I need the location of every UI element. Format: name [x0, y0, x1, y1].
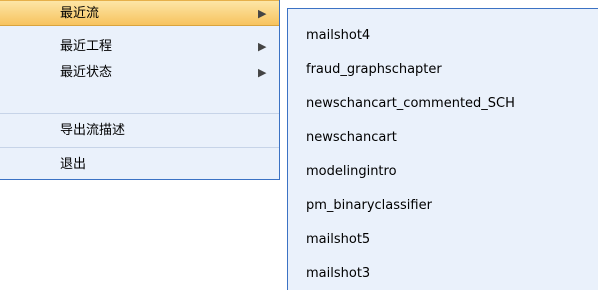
submenu-item-modelingintro[interactable]: modelingintro [288, 155, 598, 189]
submenu-item-mailshot3[interactable]: mailshot3 [288, 257, 598, 291]
menu-item-recent-streams[interactable]: 最近流 ▶ [0, 0, 279, 26]
submenu-item-pm-binaryclassifier[interactable]: pm_binaryclassifier [288, 189, 598, 223]
menu-item-label: 最近工程 [60, 39, 113, 54]
menu-item-recent-states[interactable]: 最近状态 ▶ [0, 60, 279, 86]
submenu-arrow-icon: ▶ [258, 66, 267, 79]
submenu-item-mailshot4[interactable]: mailshot4 [288, 19, 598, 53]
submenu-item-label: modelingintro [306, 164, 397, 179]
submenu-arrow-icon: ▶ [258, 7, 267, 20]
submenu-item-label: newschancart_commented_SCH [306, 96, 515, 111]
submenu-item-newschancart-commented-sch[interactable]: newschancart_commented_SCH [288, 87, 598, 121]
menu-separator [0, 113, 279, 114]
submenu-item-label: mailshot5 [306, 232, 371, 247]
file-menu: 最近流 ▶ 最近工程 ▶ 最近状态 ▶ 导出流描述 退出 [0, 0, 280, 180]
submenu-item-newschancart[interactable]: newschancart [288, 121, 598, 155]
submenu-item-mailshot5[interactable]: mailshot5 [288, 223, 598, 257]
submenu-item-label: mailshot3 [306, 266, 371, 281]
recent-streams-submenu: mailshot4 fraud_graphschapter newschanca… [287, 8, 598, 290]
menu-item-recent-projects[interactable]: 最近工程 ▶ [0, 34, 279, 60]
menu-item-label: 导出流描述 [60, 123, 126, 138]
submenu-item-label: pm_binaryclassifier [306, 198, 432, 213]
submenu-item-label: fraud_graphschapter [306, 62, 442, 77]
submenu-item-label: newschancart [306, 130, 397, 145]
menu-separator [0, 147, 279, 148]
menu-item-label: 最近流 [60, 6, 100, 21]
menu-item-label: 最近状态 [60, 65, 113, 80]
menu-item-export-stream-description[interactable]: 导出流描述 [0, 118, 279, 144]
menu-item-exit[interactable]: 退出 [0, 152, 279, 178]
submenu-arrow-icon: ▶ [258, 40, 267, 53]
menu-item-label: 退出 [60, 157, 87, 172]
submenu-item-fraud-graphschapter[interactable]: fraud_graphschapter [288, 53, 598, 87]
submenu-item-label: mailshot4 [306, 28, 371, 43]
